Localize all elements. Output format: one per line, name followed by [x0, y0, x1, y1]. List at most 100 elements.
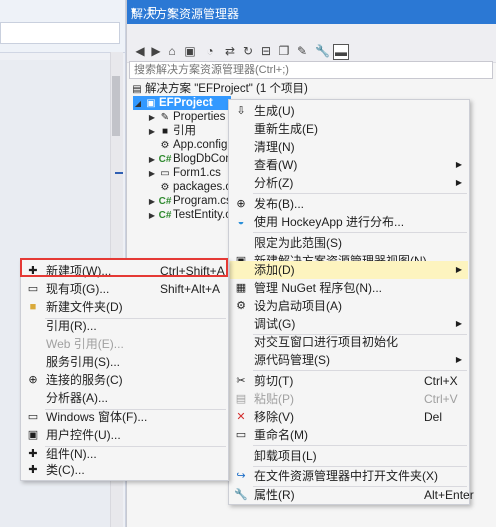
tree-file[interactable]: ⚙ packages.c	[157, 180, 232, 194]
menu-item-cut[interactable]: ✂ 剪切(T) Ctrl+X	[230, 372, 468, 390]
sync-icon[interactable]: ⇄	[223, 44, 237, 58]
connected-service-icon: ⊕	[28, 374, 38, 386]
menu-item-nuget[interactable]: ▦ 管理 NuGet 程序包(N)...	[230, 279, 468, 297]
rename-icon: ▭	[235, 429, 247, 441]
editor-marker	[115, 172, 123, 174]
hockeyapp-icon: ◒	[237, 216, 245, 228]
editor-tab[interactable]	[0, 22, 120, 44]
collapse-arrow-icon[interactable]: ▶	[147, 167, 157, 181]
menu-item-analyze[interactable]: 分析(Z) ▶	[230, 174, 468, 192]
tree-file[interactable]: ▶ ▭ Form1.cs	[147, 166, 221, 180]
scissors-icon: ✂	[236, 375, 246, 387]
submenu-arrow-icon: ▶	[455, 160, 462, 169]
submenu-arrow-icon: ▶	[455, 178, 462, 187]
project-context-menu: ⇩ 生成(U) 重新生成(E) 清理(N) 查看(W) ▶ 分析(Z) ▶ ⊕ 发布(B…	[228, 99, 474, 505]
menu-item-view[interactable]: 查看(W) ▶	[230, 156, 468, 174]
collapse-arrow-icon[interactable]: ▶	[147, 111, 157, 125]
menu-item-analyzer[interactable]: 分析器(A)...	[22, 389, 227, 407]
class-icon: ✚	[28, 464, 38, 476]
collapse-all-icon[interactable]: ⊟	[259, 44, 273, 58]
paste-icon: ▤	[235, 393, 247, 405]
menu-item-clean[interactable]: 清理(N)	[230, 138, 468, 156]
menu-separator	[253, 370, 467, 371]
component-icon: ✚	[28, 448, 38, 460]
menu-item-properties[interactable]: 🔧 属性(R) Alt+Enter	[230, 486, 474, 504]
menu-item-rebuild[interactable]: 重新生成(E)	[230, 120, 468, 138]
properties-icon[interactable]: ✎	[295, 44, 309, 58]
menu-item-reference[interactable]: 引用(R)...	[22, 317, 227, 335]
menu-item-source-control[interactable]: 源代码管理(S) ▶	[230, 351, 468, 369]
csharp-file-icon: C#	[158, 196, 172, 207]
collapse-arrow-icon[interactable]: ▶	[147, 195, 157, 209]
gear-icon: ⚙	[236, 300, 246, 312]
tree-file[interactable]: ⚙ App.config	[157, 138, 228, 152]
tree-file[interactable]: ▶ C# Program.cs	[147, 194, 232, 208]
expand-arrow-icon[interactable]: ◢	[133, 97, 143, 111]
menu-item-new-folder[interactable]: ■ 新建文件夹(D)	[22, 298, 227, 316]
menu-item-paste[interactable]: ▤ 粘贴(P) Ctrl+V	[230, 390, 468, 408]
csharp-file-icon: C#	[158, 154, 172, 165]
search-input[interactable]	[130, 63, 478, 77]
wrench-icon[interactable]: 🔧	[315, 44, 330, 58]
forward-icon[interactable]: ▶	[149, 44, 163, 58]
collapse-arrow-icon[interactable]: ▶	[147, 209, 157, 223]
collapse-arrow-icon[interactable]: ▶	[147, 153, 157, 167]
project-icon: ▣	[146, 98, 156, 109]
show-all-files-icon[interactable]: ❐	[277, 44, 291, 58]
menu-item-class[interactable]: ✚ 类(C)...	[22, 461, 227, 479]
tree-references[interactable]: ▶ ■ 引用	[147, 124, 196, 138]
menu-item-add[interactable]: 添加(D) ▶	[230, 261, 468, 279]
menu-item-interactive-init[interactable]: 对交互窗口进行项目初始化	[230, 333, 468, 351]
home-icon[interactable]: ⌂	[165, 44, 179, 58]
back-icon[interactable]: ◀	[133, 44, 147, 58]
menu-item-build[interactable]: ⇩ 生成(U)	[230, 102, 468, 120]
references-icon: ■	[161, 126, 169, 137]
menu-item-rename[interactable]: ▭ 重命名(M)	[230, 426, 468, 444]
menu-item-service-reference[interactable]: 服务引用(S)...	[22, 353, 227, 371]
tree-file[interactable]: ▶ C# BlogDbCon	[147, 152, 232, 166]
titlebar-buttons[interactable]: ▾ ⊟ ×	[131, 4, 493, 17]
tree-file[interactable]: ▶ C# TestEntity.c	[147, 208, 231, 222]
form-file-icon: ▭	[160, 168, 170, 179]
menu-separator	[253, 193, 467, 194]
refresh-icon[interactable]: ↻	[241, 44, 255, 58]
menu-item-remove[interactable]: ✕ 移除(V) Del	[230, 408, 468, 426]
menu-separator	[253, 232, 467, 233]
menu-item-connected-service[interactable]: ⊕ 连接的服务(C)	[22, 371, 227, 389]
menu-item-set-startup[interactable]: ⚙ 设为启动项目(A)	[230, 297, 468, 315]
submenu-arrow-icon: ▶	[455, 355, 462, 364]
menu-item-web-reference[interactable]: Web 引用(E)...	[22, 335, 227, 353]
switch-views-icon[interactable]: ▣	[183, 44, 197, 58]
menu-item-debug[interactable]: 调试(G) ▶	[230, 315, 468, 333]
user-control-icon: ▣	[27, 429, 39, 441]
menu-item-windows-form[interactable]: ▭ Windows 窗体(F)...	[22, 408, 227, 426]
pending-changes-icon[interactable]: ◔	[203, 44, 217, 58]
existing-item-icon: ▭	[27, 283, 39, 295]
tree-solution[interactable]: ▤ 解决方案 "EFProject" (1 个项目)	[129, 82, 308, 96]
menu-item-hockeyapp[interactable]: ◒ 使用 HockeyApp 进行分布...	[230, 213, 468, 231]
form-icon: ▭	[27, 411, 39, 423]
wrench-icon: 🔧	[234, 489, 248, 501]
build-icon: ⇩	[236, 105, 246, 117]
open-folder-icon: ↪	[236, 470, 246, 482]
collapse-arrow-icon[interactable]: ▶	[147, 125, 157, 139]
menu-item-existing-item[interactable]: ▭ 现有项(G)... Shift+Alt+A	[22, 280, 227, 298]
menu-item-scope[interactable]: 限定为此范围(S)	[230, 234, 468, 252]
nuget-icon: ▦	[235, 282, 247, 294]
remove-icon: ✕	[236, 411, 246, 423]
menu-item-user-control[interactable]: ▣ 用户控件(U)...	[22, 426, 227, 444]
tree-project[interactable]: ◢ ▣ EFProject	[133, 96, 231, 110]
solution-icon: ▤	[132, 84, 142, 95]
submenu-arrow-icon: ▶	[455, 265, 462, 274]
preview-icon[interactable]: ▬	[333, 44, 349, 60]
config-file-icon: ⚙	[160, 182, 170, 193]
menu-item-publish[interactable]: ⊕ 发布(B)...	[230, 195, 468, 213]
search-box[interactable]	[129, 61, 493, 79]
menu-item-open-folder[interactable]: ↪ 在文件资源管理器中打开文件夹(X)	[230, 467, 468, 485]
menu-item-unload[interactable]: 卸载项目(L)	[230, 447, 468, 465]
tree-properties[interactable]: ▶ ✎ Properties	[147, 110, 226, 125]
publish-icon: ⊕	[236, 198, 246, 210]
menu-separator	[253, 445, 467, 446]
editor-scrollbar-thumb[interactable]	[112, 76, 120, 136]
wrench-icon: ✎	[160, 112, 170, 123]
